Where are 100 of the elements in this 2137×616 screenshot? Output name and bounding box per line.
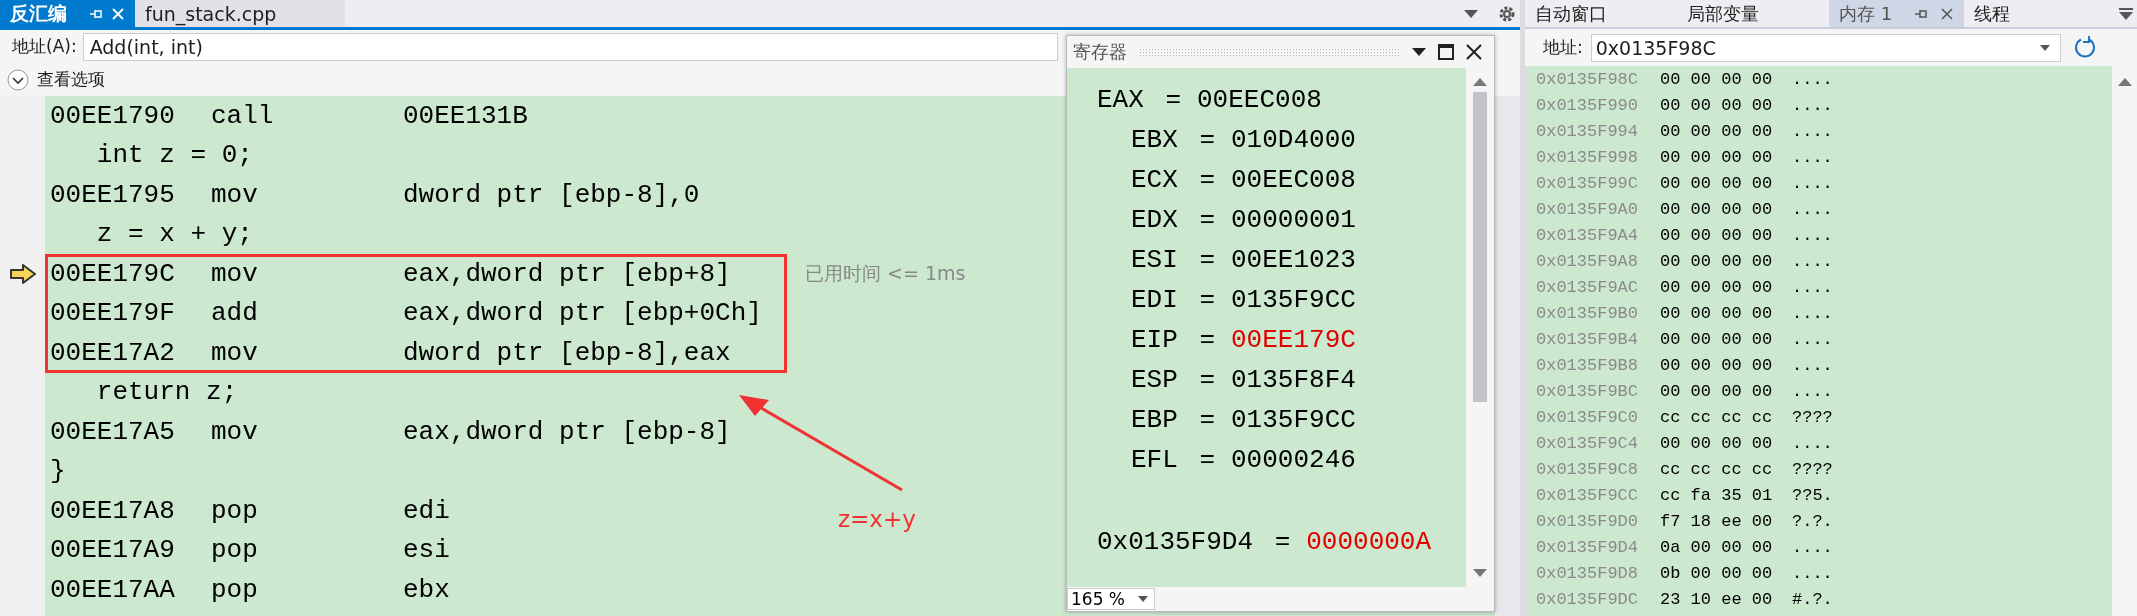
memory-bytes: 00 00 00 00 [1660,95,1774,115]
caret-icon[interactable] [2119,7,2133,20]
refresh-icon[interactable] [2072,35,2097,60]
memory-address: 0x0135F9C8 [1536,459,1640,479]
memory-bytes: 0b 00 00 00 [1660,563,1774,583]
scroll-up-icon[interactable] [1473,78,1487,86]
operands: ebx [403,574,451,605]
register-name: EIP = [1131,325,1215,355]
memory-ascii: .... [1792,69,1833,89]
register-value: 00000001 [1231,205,1356,235]
expand-icon[interactable] [7,68,29,91]
pin-icon[interactable] [1914,7,1929,20]
memory-address: 0x0135F9AC [1536,277,1640,297]
memory-address: 0x0135F9A8 [1536,251,1640,271]
memory-address: 0x0135F99C [1536,173,1640,193]
memory-address: 0x0135F994 [1536,121,1640,141]
maximize-icon[interactable] [1438,44,1454,60]
instruction-address: 00EE179F [50,298,176,329]
caret-icon[interactable] [1464,9,1478,18]
tool-tab[interactable]: 内存 1 [1829,0,1965,27]
operands: dword ptr [ebp-8],0 [403,179,701,210]
register-name: EBX = [1131,125,1215,155]
memory-ascii: .... [1792,199,1833,219]
register-value: 00EEC008 [1197,85,1322,115]
memory-bytes: 00 00 00 00 [1660,173,1774,193]
document-tab[interactable]: 反汇编 [0,0,135,27]
memory-ascii: .... [1792,355,1833,375]
memory-bytes: 00 00 00 00 [1660,433,1774,453]
memory-ascii: .... [1792,147,1833,167]
memory-bytes: 00 00 00 00 [1660,277,1774,297]
register-value: 0135F8F4 [1231,365,1356,395]
mnemonic: mov [211,337,259,368]
memory-address: 0x0135F9CC [1536,485,1640,505]
register-value: 00EE1023 [1231,245,1356,275]
view-options-toggle[interactable]: 查看选项 [37,68,105,91]
memory-bytes: 00 00 00 00 [1660,69,1774,89]
memory-ascii: .... [1792,433,1833,453]
memory-ascii: .... [1792,563,1833,583]
memory-bytes: cc cc cc cc [1660,459,1774,479]
zoom-combo[interactable]: 165 % [1067,588,1155,610]
memory-address: 0x0135F9B0 [1536,303,1640,323]
memory-ascii: ??5. [1792,485,1833,505]
instruction-address: 00EE1790 [50,100,176,131]
memory-bytes: 00 00 00 00 [1660,147,1774,167]
memory-address: 0x0135F9C0 [1536,407,1640,427]
memory-bytes: 0a 00 00 00 [1660,537,1774,557]
pin-icon[interactable] [89,7,103,20]
instruction-address: 00EE17A2 [50,337,176,368]
watch-address: 0x0135F9D4 = [1097,527,1291,557]
close-icon[interactable] [1466,44,1482,60]
mnemonic: mov [211,258,259,289]
operands: 00EE131B [403,100,529,131]
tool-tab[interactable]: 线程 [1964,0,2117,27]
operands: edi [403,495,451,526]
tool-tab[interactable]: 自动窗口 [1525,0,1677,27]
memory-address: 0x0135F9D8 [1536,563,1640,583]
address-combo[interactable]: 0x0135F98C [1590,33,2061,62]
memory-address: 0x0135F9BC [1536,381,1640,401]
mnemonic: call [211,100,275,131]
caret-icon[interactable] [1412,48,1426,56]
memory-bytes: 00 00 00 00 [1660,251,1774,271]
scroll-up-icon[interactable] [2117,78,2132,86]
address-label: 地址(A): [12,35,77,58]
gear-icon[interactable] [1498,4,1516,23]
annotation-label: z=x+y [838,506,916,532]
memory-ascii: #.?. [1792,589,1833,609]
mnemonic: pop [211,495,259,526]
memory-ascii: .... [1792,277,1833,297]
mnemonic: mov [211,416,259,447]
mnemonic: mov [211,179,259,210]
memory-address: 0x0135F9D0 [1536,511,1640,531]
register-value: 00EE179C [1231,325,1356,355]
register-name: ESI = [1131,245,1215,275]
address-field[interactable]: Add(int, int) [82,32,1058,61]
memory-address: 0x0135F9B4 [1536,329,1640,349]
instruction-address: 00EE179C [50,258,176,289]
memory-address: 0x0135F9B8 [1536,355,1640,375]
memory-address: 0x0135F9D4 [1536,537,1640,557]
memory-bytes: cc fa 35 01 [1660,485,1774,505]
register-name: EDI = [1131,285,1215,315]
memory-bytes: 00 00 00 00 [1660,355,1774,375]
register-name: EDX = [1131,205,1215,235]
memory-bytes: 00 00 00 00 [1660,121,1774,141]
scroll-down-icon[interactable] [1473,569,1487,577]
register-value: 010D4000 [1231,125,1356,155]
scrollbar[interactable] [1495,96,1520,616]
memory-ascii: ???? [1792,459,1833,479]
tool-tab[interactable]: 局部变量 [1677,0,1829,27]
memory-bytes: 00 00 00 00 [1660,303,1774,323]
operands: dword ptr [ebp-8],eax [403,337,732,368]
memory-bytes: 00 00 00 00 [1660,381,1774,401]
memory-bytes: 00 00 00 00 [1660,225,1774,245]
memory-bytes: cc cc cc cc [1660,407,1774,427]
document-tab[interactable]: fun_stack.cpp [135,0,345,27]
source-line: int z = 0; [95,140,253,171]
instruction-address: 00EE1795 [50,179,176,210]
memory-ascii: .... [1792,121,1833,141]
source-line: z = x + y; [95,219,253,250]
memory-bytes: 00 00 00 00 [1660,199,1774,219]
register-name: ECX = [1131,165,1215,195]
